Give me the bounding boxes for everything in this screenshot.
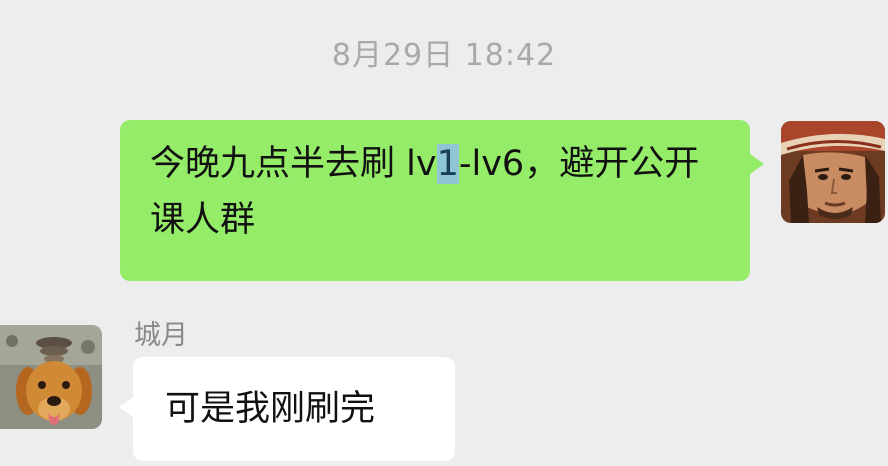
sent-message-bubble[interactable]: 今晚九点半去刷 lv1-lv6，避开公开课人群 <box>120 120 764 281</box>
pirate-avatar-icon <box>781 121 885 223</box>
received-message-bubble[interactable]: 可是我刚刷完 <box>119 357 455 461</box>
self-avatar[interactable] <box>781 121 885 223</box>
sender-name: 城月 <box>134 320 188 351</box>
received-message-text: 可是我刚刷完 <box>165 389 376 429</box>
message-timestamp: 8月29日 18:42 <box>331 38 557 73</box>
selected-text: 1 <box>436 144 459 184</box>
golden-retriever-avatar-icon <box>0 325 102 429</box>
friend-avatar[interactable] <box>0 325 102 429</box>
message-text-before: 今晚九点半去刷 lv <box>150 144 437 184</box>
